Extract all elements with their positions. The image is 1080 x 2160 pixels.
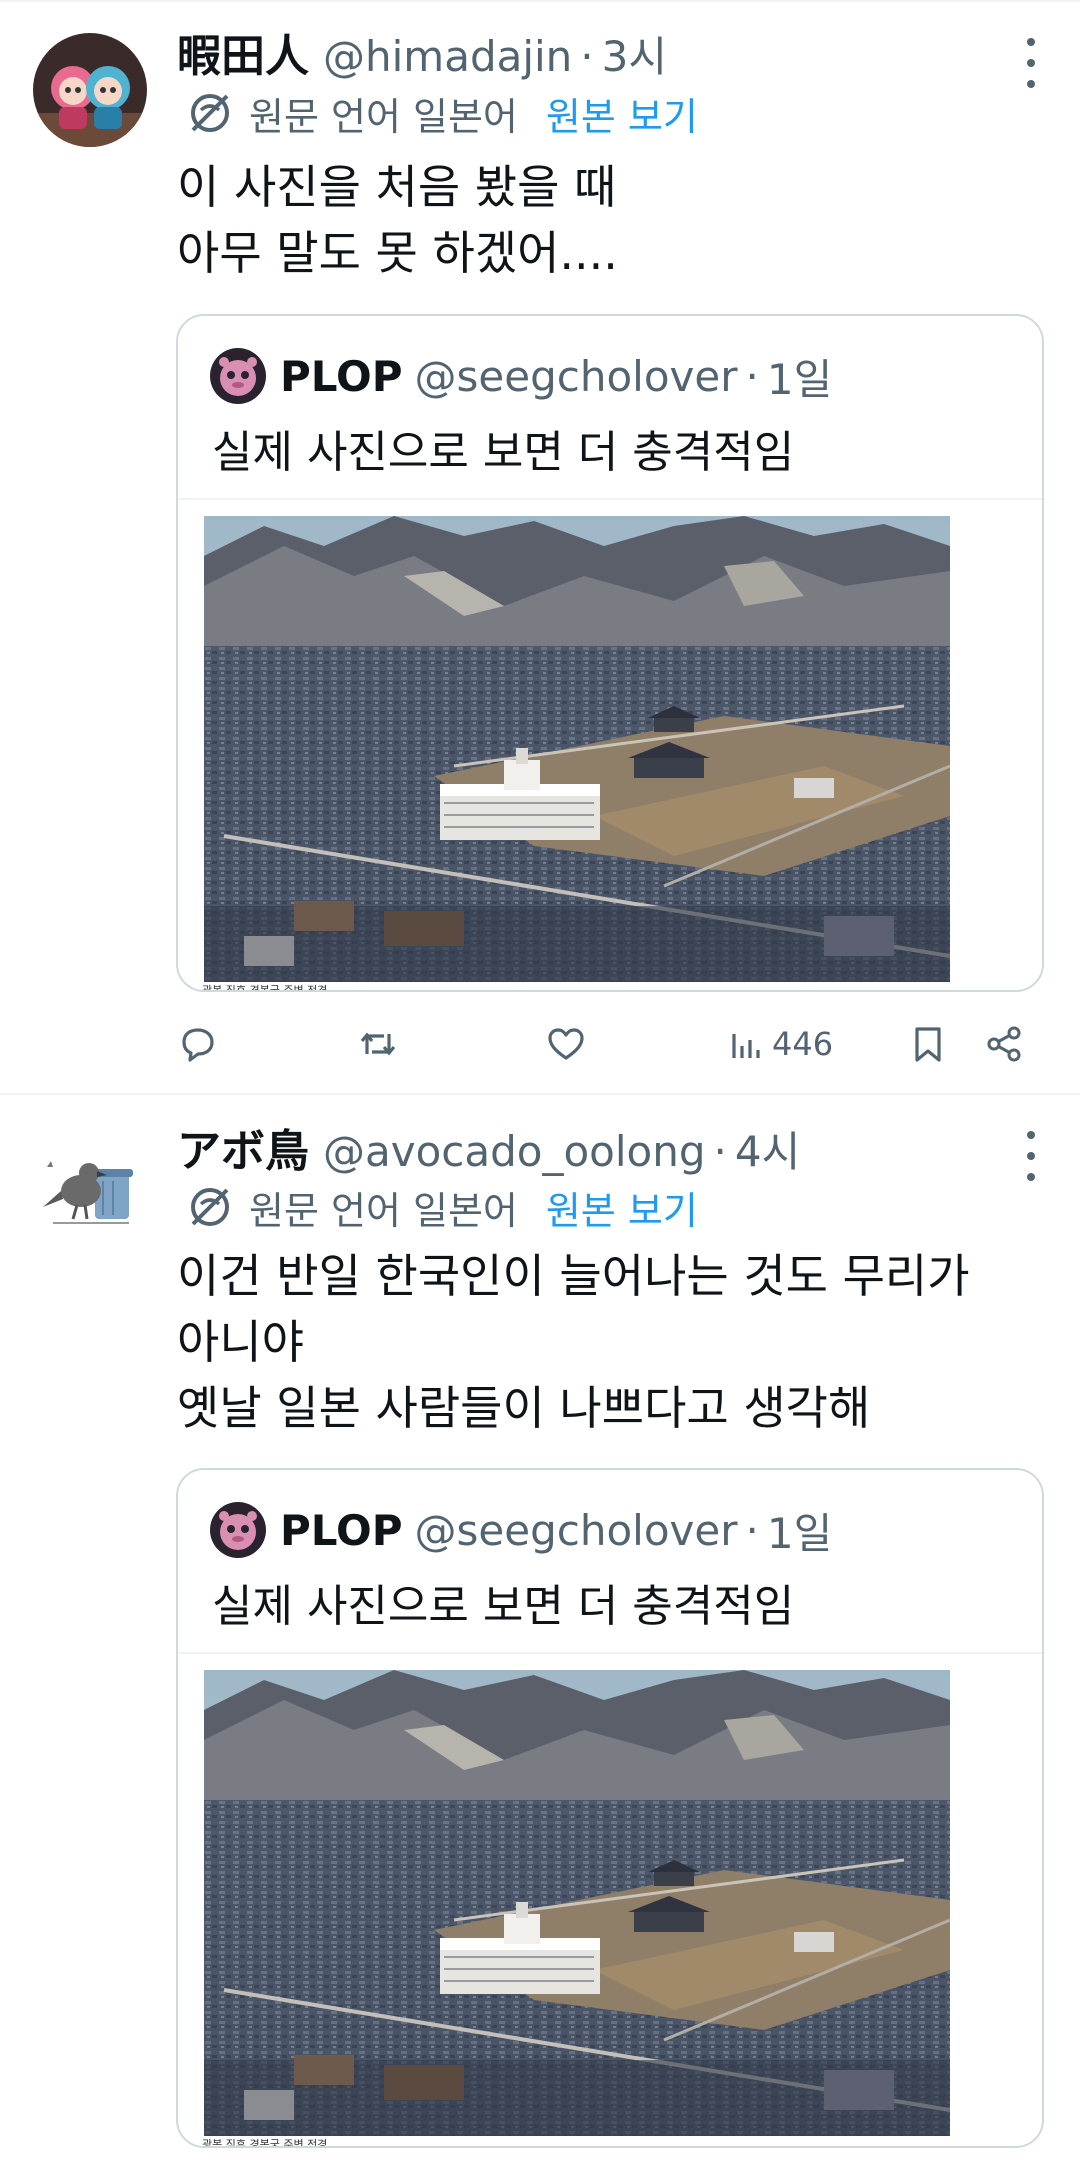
avatar[interactable] xyxy=(33,1129,147,1243)
photo-caption: 광복 직후 경복궁 주변 전경. xyxy=(202,2138,331,2148)
tweet-header: 暇田人 @himadajin · 3시 xyxy=(177,20,667,82)
quoted-tweet[interactable]: PLOP @seegcholover · 1일 실제 사진으로 보면 더 충격적… xyxy=(176,314,1044,992)
divider xyxy=(178,1652,1042,1654)
reply-icon xyxy=(182,1028,214,1062)
divider xyxy=(178,498,1042,500)
tweet-text-line: 이 사진을 처음 봤을 때 xyxy=(177,160,617,214)
separator: · xyxy=(713,1127,727,1176)
quoted-photo[interactable] xyxy=(204,1670,950,2136)
quoted-timestamp[interactable]: 1일 xyxy=(767,1500,832,1561)
translate-icon xyxy=(191,94,229,132)
quoted-display-name[interactable]: PLOP xyxy=(280,352,403,401)
quoted-avatar-image xyxy=(210,1502,266,1558)
tweet-text-line: 옛날 일본 사람들이 나쁘다고 생각해 xyxy=(177,1381,871,1435)
tweet-text-line: 이건 반일 한국인이 늘어나는 것도 무리가 xyxy=(177,1249,970,1303)
timestamp[interactable]: 4시 xyxy=(735,1118,800,1179)
share-icon xyxy=(987,1026,1021,1062)
tweet-header: アボ鳥 @avocado_oolong · 4시 xyxy=(177,1115,800,1177)
quoted-user-handle[interactable]: @seegcholover xyxy=(415,352,738,401)
tweet-text: 이건 반일 한국인이 늘어나는 것도 무리가 아니야 옛날 일본 사람들이 나쁘… xyxy=(177,1243,970,1441)
show-original-link[interactable]: 원본 보기 xyxy=(546,1180,698,1235)
timestamp[interactable]: 3시 xyxy=(602,23,667,84)
photo-caption: 광복 직후 경복궁 주변 전경. xyxy=(202,984,331,992)
avatar-image xyxy=(33,1129,147,1243)
translated-from-label: 원문 언어 일본어 xyxy=(249,94,518,139)
display-name[interactable]: 暇田人 xyxy=(177,20,309,84)
translate-icon xyxy=(191,1188,229,1226)
separator: · xyxy=(745,1505,759,1555)
like-button[interactable] xyxy=(546,1014,586,1074)
display-name[interactable]: アボ鳥 xyxy=(177,1115,309,1179)
quoted-tweet[interactable]: PLOP @seegcholover · 1일 실제 사진으로 보면 더 충격적… xyxy=(176,1468,1044,2148)
tweet-text: 이 사진을 처음 봤을 때 아무 말도 못 하겠어.... xyxy=(177,154,618,286)
quoted-tweet-header: PLOP @seegcholover · 1일 xyxy=(210,346,832,406)
quoted-timestamp[interactable]: 1일 xyxy=(767,346,832,407)
tweet-text-line: 아무 말도 못 하겠어.... xyxy=(177,226,618,280)
quoted-avatar-image xyxy=(210,348,266,404)
more-icon[interactable] xyxy=(1024,1131,1038,1181)
quoted-tweet-header: PLOP @seegcholover · 1일 xyxy=(210,1500,832,1560)
separator: · xyxy=(580,32,594,81)
quoted-photo[interactable] xyxy=(204,516,950,982)
separator: · xyxy=(745,351,759,401)
views-count: 446 xyxy=(772,1025,834,1063)
tweet-actions: 446 xyxy=(178,1014,1038,1074)
bookmark-button[interactable] xyxy=(908,1014,948,1074)
repost-button[interactable] xyxy=(358,1014,398,1074)
user-handle[interactable]: @avocado_oolong xyxy=(323,1127,706,1176)
quoted-display-name[interactable]: PLOP xyxy=(280,1506,403,1555)
avatar-image xyxy=(33,33,147,147)
translated-from-label: 원문 언어 일본어 xyxy=(249,1188,518,1233)
bookmark-icon xyxy=(915,1027,941,1062)
translation-notice: 원문 언어 일본어 원본 보기 xyxy=(187,1180,698,1234)
translation-notice: 원문 언어 일본어 원본 보기 xyxy=(187,86,698,140)
avatar[interactable] xyxy=(33,33,147,147)
tweet-text-line: 아니야 xyxy=(177,1315,304,1369)
tweet[interactable]: アボ鳥 @avocado_oolong · 4시 원문 언어 일본어 원본 보기… xyxy=(0,1095,1080,2160)
share-button[interactable] xyxy=(984,1014,1024,1074)
quoted-avatar[interactable] xyxy=(210,1502,266,1558)
more-icon[interactable] xyxy=(1024,38,1038,88)
views-icon xyxy=(732,1034,760,1058)
views-button[interactable]: 446 xyxy=(726,1014,833,1074)
quoted-user-handle[interactable]: @seegcholover xyxy=(415,1506,738,1555)
aerial-photo-image xyxy=(204,516,950,982)
quoted-avatar[interactable] xyxy=(210,348,266,404)
show-original-link[interactable]: 원본 보기 xyxy=(546,86,698,141)
reply-button[interactable] xyxy=(178,1014,218,1074)
repost-icon xyxy=(360,1032,396,1056)
like-icon xyxy=(548,1028,584,1060)
tweet[interactable]: 暇田人 @himadajin · 3시 원문 언어 일본어 원본 보기 이 사진… xyxy=(0,0,1080,1094)
aerial-photo-image xyxy=(204,1670,950,2136)
quoted-tweet-text: 실제 사진으로 보면 더 충격적임 xyxy=(212,1581,795,1632)
user-handle[interactable]: @himadajin xyxy=(323,32,572,81)
quoted-tweet-text: 실제 사진으로 보면 더 충격적임 xyxy=(212,427,795,478)
